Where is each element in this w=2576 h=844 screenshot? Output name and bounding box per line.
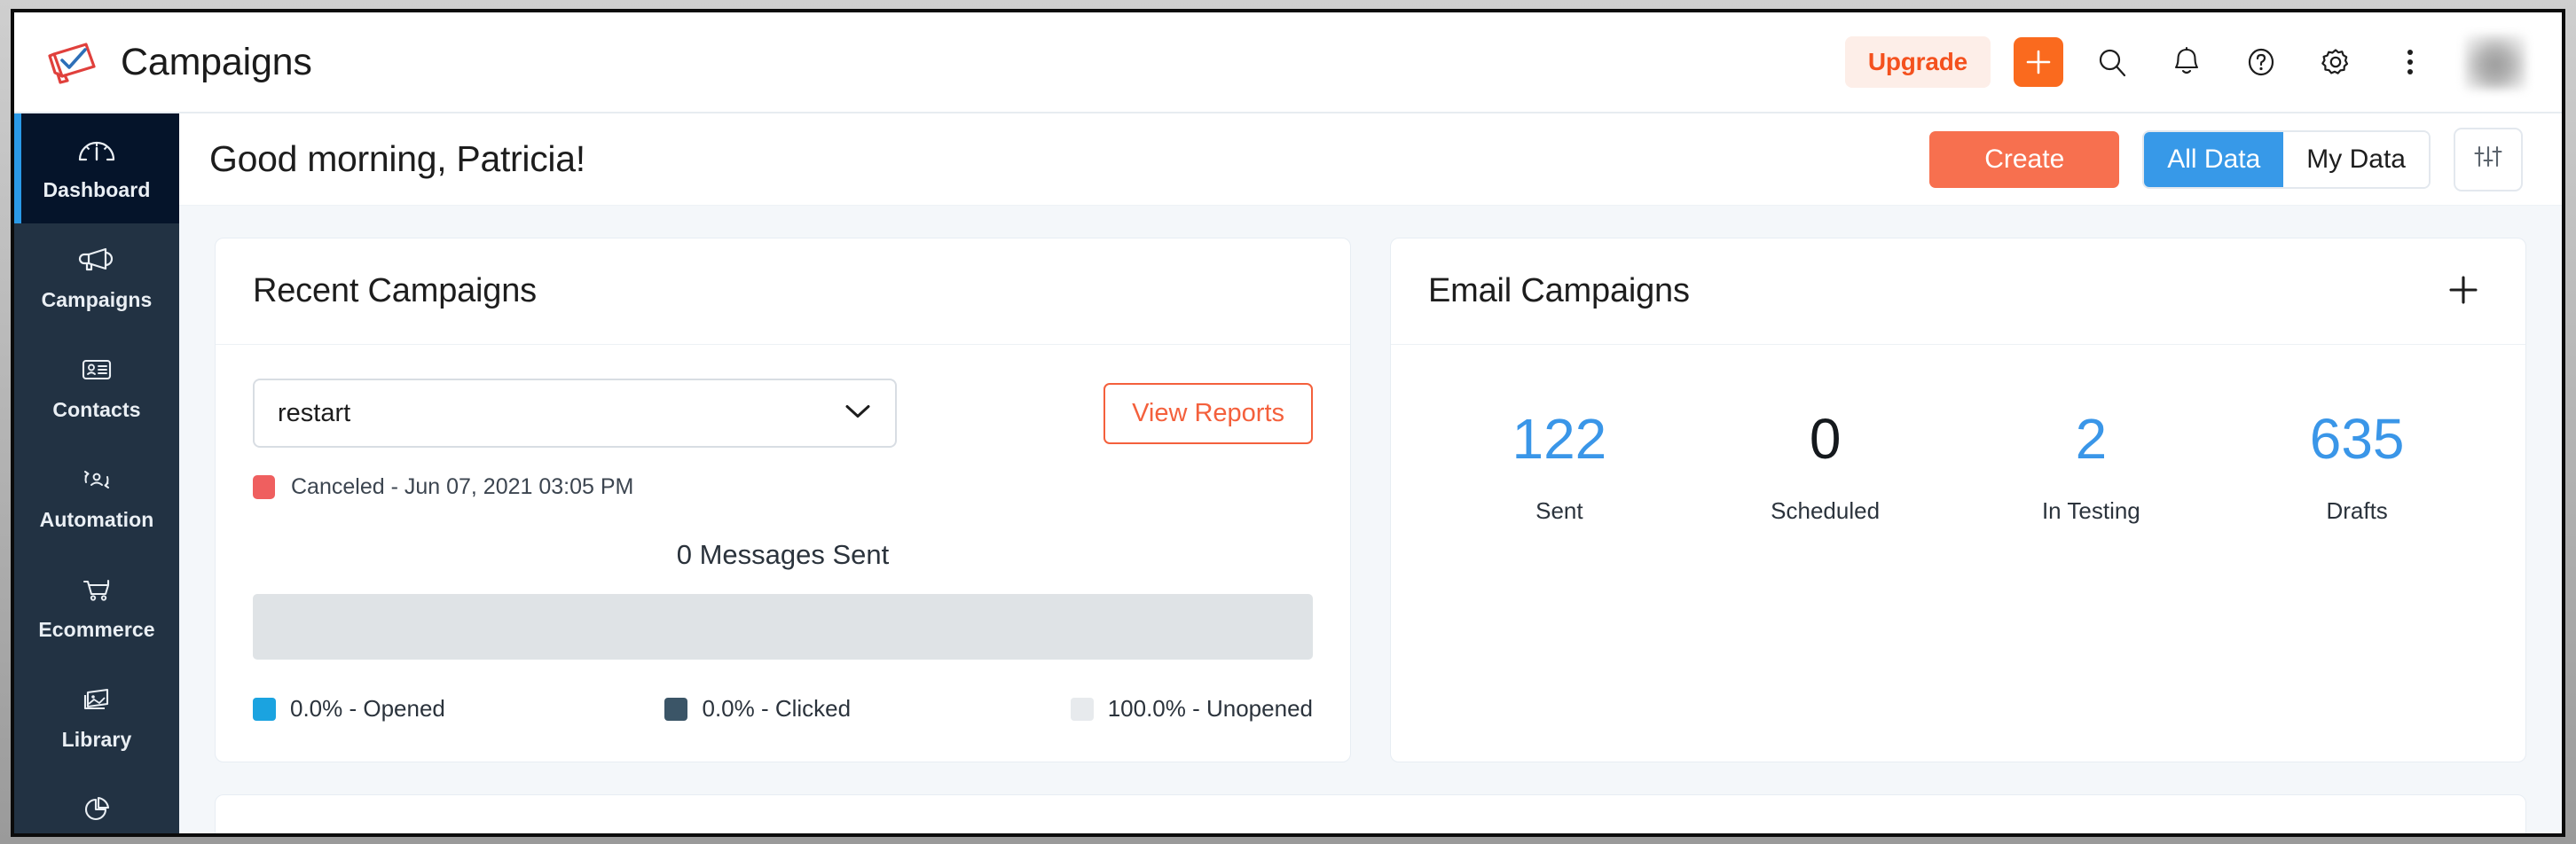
contact-card-icon	[75, 355, 118, 389]
legend-label: 0.0% - Clicked	[702, 695, 852, 722]
tab-all-data[interactable]: All Data	[2144, 131, 2284, 187]
card-body: restart View Reports Canceled - Jun 07, …	[216, 345, 1350, 762]
email-campaigns-card: Email Campaigns 122 Sent 0 Scheduled 2 I…	[1390, 238, 2526, 762]
legend-swatch-unopened	[1070, 697, 1094, 721]
legend-item-clicked: 0.0% - Clicked	[664, 695, 851, 723]
automation-icon	[75, 465, 118, 499]
sidebar-item-reports[interactable]: Reports	[14, 773, 179, 833]
bell-icon	[2171, 45, 2203, 79]
stat-value: 0	[1809, 407, 1842, 471]
dashboard-cards: Recent Campaigns restart View Reports Ca…	[179, 206, 2562, 762]
sidebar-item-label: Campaigns	[41, 288, 153, 311]
messages-sent-label: 0 Messages Sent	[676, 539, 890, 570]
notifications-button[interactable]	[2161, 36, 2212, 88]
bottom-partial-card: Campaigns View	[215, 794, 2526, 833]
create-plus-button[interactable]	[2014, 37, 2063, 87]
app-title: Campaigns	[121, 40, 312, 83]
sidebar-item-library[interactable]: Library	[14, 663, 179, 773]
campaign-status: Canceled - Jun 07, 2021 03:05 PM	[253, 474, 1313, 500]
upgrade-button[interactable]: Upgrade	[1844, 36, 1991, 88]
stat-scheduled[interactable]: 0 Scheduled	[1692, 410, 1959, 525]
cart-icon	[75, 574, 118, 609]
stat-sent[interactable]: 122 Sent	[1426, 410, 1692, 525]
card-header: Email Campaigns	[1391, 238, 2525, 345]
settings-button[interactable]	[2310, 36, 2361, 88]
legend-item-unopened: 100.0% - Unopened	[1070, 695, 1313, 723]
stat-drafts[interactable]: 635 Drafts	[2224, 410, 2490, 525]
status-text: Canceled - Jun 07, 2021 03:05 PM	[291, 474, 634, 499]
question-circle-icon	[2244, 45, 2278, 79]
avatar[interactable]	[2464, 35, 2526, 90]
pie-chart-icon	[75, 794, 118, 829]
sidebar-item-label: Automation	[39, 508, 154, 531]
stat-value: 2	[2075, 407, 2108, 471]
sidebar-item-label: Dashboard	[43, 178, 151, 201]
legend-swatch-opened	[253, 697, 276, 721]
screenshot-frame: Campaigns Upgrade Dashboard Campaigns Co…	[0, 0, 2576, 844]
data-scope-toggle: All Data My Data	[2142, 129, 2431, 189]
search-icon	[2095, 45, 2129, 79]
main-content: Good morning, Patricia! Create All Data …	[179, 113, 2562, 833]
sidebar-item-ecommerce[interactable]: Ecommerce	[14, 553, 179, 663]
stat-value: 635	[2309, 407, 2405, 471]
stat-label: Sent	[1535, 497, 1583, 524]
view-reports-button[interactable]: View Reports	[1103, 382, 1313, 444]
help-button[interactable]	[2235, 36, 2287, 88]
tab-my-data[interactable]: My Data	[2283, 131, 2429, 187]
search-button[interactable]	[2086, 36, 2138, 88]
top-bar: Campaigns Upgrade	[14, 12, 2562, 113]
gear-icon	[2318, 44, 2353, 80]
top-bar-actions: Upgrade	[1844, 35, 2526, 90]
recent-campaigns-title: Recent Campaigns	[253, 272, 537, 309]
app-window: Campaigns Upgrade Dashboard Campaigns Co…	[11, 9, 2565, 837]
legend-label: 0.0% - Opened	[290, 695, 445, 722]
chevron-down-icon	[844, 402, 872, 425]
stat-label: Scheduled	[1771, 497, 1881, 524]
stat-label: Drafts	[2326, 497, 2388, 524]
status-badge	[253, 475, 275, 499]
image-stack-icon	[75, 684, 118, 719]
campaign-select[interactable]: restart	[253, 379, 897, 448]
legend-label: 100.0% - Unopened	[1107, 695, 1313, 722]
stat-in-testing[interactable]: 2 In Testing	[1959, 410, 2225, 525]
sidebar-item-campaigns[interactable]: Campaigns	[14, 223, 179, 333]
kebab-menu-icon	[2404, 44, 2416, 80]
filter-settings-button[interactable]	[2454, 127, 2523, 191]
page-title: Good morning, Patricia!	[209, 138, 585, 179]
card-header: Recent Campaigns	[216, 238, 1350, 345]
campaign-selector-row: restart View Reports	[253, 379, 1313, 448]
sidebar: Dashboard Campaigns Contacts Automation …	[14, 113, 179, 833]
greeting-bar: Good morning, Patricia! Create All Data …	[179, 113, 2562, 206]
sidebar-item-dashboard[interactable]: Dashboard	[14, 113, 179, 223]
sidebar-item-automation[interactable]: Automation	[14, 443, 179, 553]
more-options-button[interactable]	[2384, 36, 2436, 88]
add-email-campaign-button[interactable]	[2439, 267, 2488, 316]
gauge-icon	[75, 135, 118, 169]
sidebar-item-label: Ecommerce	[38, 618, 155, 641]
recent-campaigns-card: Recent Campaigns restart View Reports Ca…	[215, 238, 1351, 762]
create-button[interactable]: Create	[1929, 130, 2120, 188]
plus-icon	[2024, 48, 2053, 76]
stat-value: 122	[1512, 407, 1607, 471]
engagement-legend: 0.0% - Opened 0.0% - Clicked 100.0% - Un…	[253, 695, 1313, 723]
legend-swatch-clicked	[664, 697, 688, 721]
email-campaigns-title: Email Campaigns	[1428, 272, 1690, 309]
plus-icon	[2446, 272, 2481, 310]
sidebar-item-label: Library	[61, 728, 132, 751]
legend-item-opened: 0.0% - Opened	[253, 695, 445, 723]
sliders-icon	[2472, 143, 2504, 176]
brand: Campaigns	[43, 37, 312, 87]
stat-label: In Testing	[2041, 497, 2140, 524]
email-campaign-stats: 122 Sent 0 Scheduled 2 In Testing 635 Dr…	[1391, 345, 2525, 601]
sidebar-item-label: Contacts	[52, 398, 141, 421]
greeting-actions: Create All Data My Data	[1929, 127, 2523, 191]
megaphone-icon	[75, 245, 118, 279]
engagement-progress-bar	[253, 594, 1313, 660]
campaign-select-value: restart	[278, 398, 351, 427]
sidebar-item-contacts[interactable]: Contacts	[14, 333, 179, 443]
megaphone-check-icon	[43, 37, 101, 87]
